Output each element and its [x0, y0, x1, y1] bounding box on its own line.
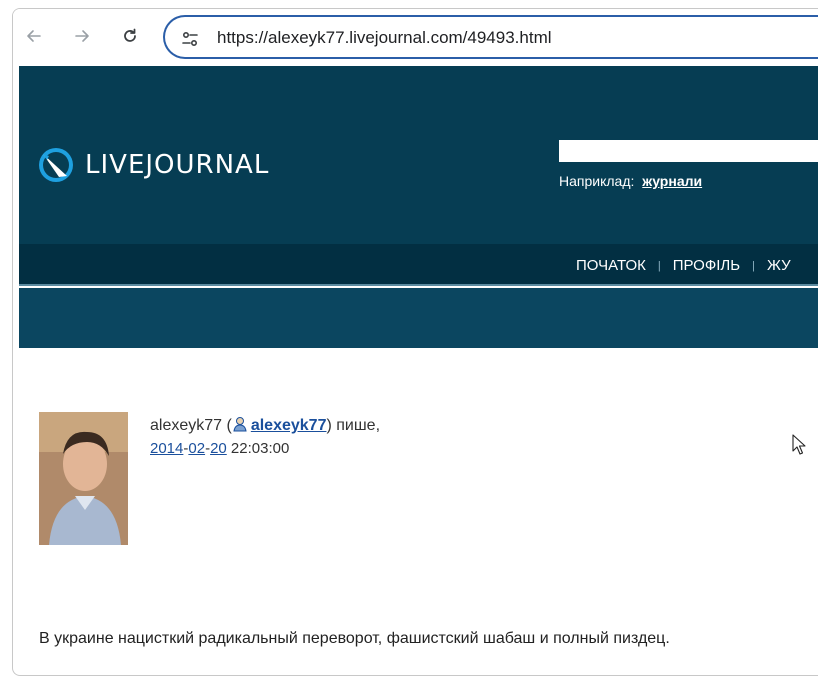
- date-day-link[interactable]: 20: [210, 440, 227, 457]
- post-date: 2014-02-20 22:03:00: [150, 440, 289, 457]
- date-month-link[interactable]: 02: [188, 440, 205, 457]
- url-text[interactable]: https://alexeyk77.livejournal.com/49493.…: [217, 28, 552, 48]
- main-menu-bar: ПОЧАТОК | ПРОФІЛЬ | ЖУ: [19, 244, 818, 286]
- menu-item-journal[interactable]: ЖУ: [767, 257, 791, 274]
- menu-separator: |: [752, 259, 755, 272]
- paren-open: (: [222, 417, 232, 434]
- menu-item-home[interactable]: ПОЧАТОК: [576, 257, 646, 274]
- writes-text: ) пише,: [326, 417, 381, 434]
- post-time: 22:03:00: [230, 440, 290, 457]
- main-menu: ПОЧАТОК | ПРОФІЛЬ | ЖУ: [576, 257, 791, 274]
- site-header: LIVEJOURNAL Наприклад: журнали: [19, 66, 818, 244]
- user-icon[interactable]: [232, 416, 248, 432]
- example-link-journals[interactable]: журнали: [642, 173, 702, 189]
- arrow-forward-icon[interactable]: [69, 23, 95, 49]
- mouse-cursor-icon: [792, 434, 806, 455]
- logo-text: LIVEJOURNAL: [85, 150, 270, 180]
- reload-icon[interactable]: [117, 23, 143, 49]
- post-body: В украине нацисткий радикальный переворо…: [39, 630, 670, 647]
- menu-item-profile[interactable]: ПРОФІЛЬ: [673, 257, 740, 274]
- avatar[interactable]: [39, 412, 128, 545]
- arrow-back-icon[interactable]: [21, 23, 47, 49]
- search-input[interactable]: [559, 140, 818, 162]
- browser-window: https://alexeyk77.livejournal.com/49493.…: [12, 8, 818, 676]
- author-link[interactable]: alexeyk77: [251, 417, 327, 434]
- browser-toolbar: https://alexeyk77.livejournal.com/49493.…: [13, 9, 818, 63]
- livejournal-pencil-icon: [39, 148, 73, 182]
- livejournal-logo[interactable]: LIVEJOURNAL: [37, 146, 269, 184]
- sub-header-bar: [19, 288, 818, 348]
- date-year-link[interactable]: 2014: [150, 440, 183, 457]
- site-settings-icon[interactable]: [179, 28, 201, 50]
- menu-separator: |: [657, 259, 661, 272]
- post-byline: alexeyk77 (alexeyk77) пише,: [150, 414, 380, 438]
- example-label: Наприклад:: [559, 173, 635, 189]
- author-name: alexeyk77: [150, 417, 223, 434]
- search-example: Наприклад: журнали: [559, 173, 702, 189]
- address-bar[interactable]: https://alexeyk77.livejournal.com/49493.…: [163, 15, 818, 59]
